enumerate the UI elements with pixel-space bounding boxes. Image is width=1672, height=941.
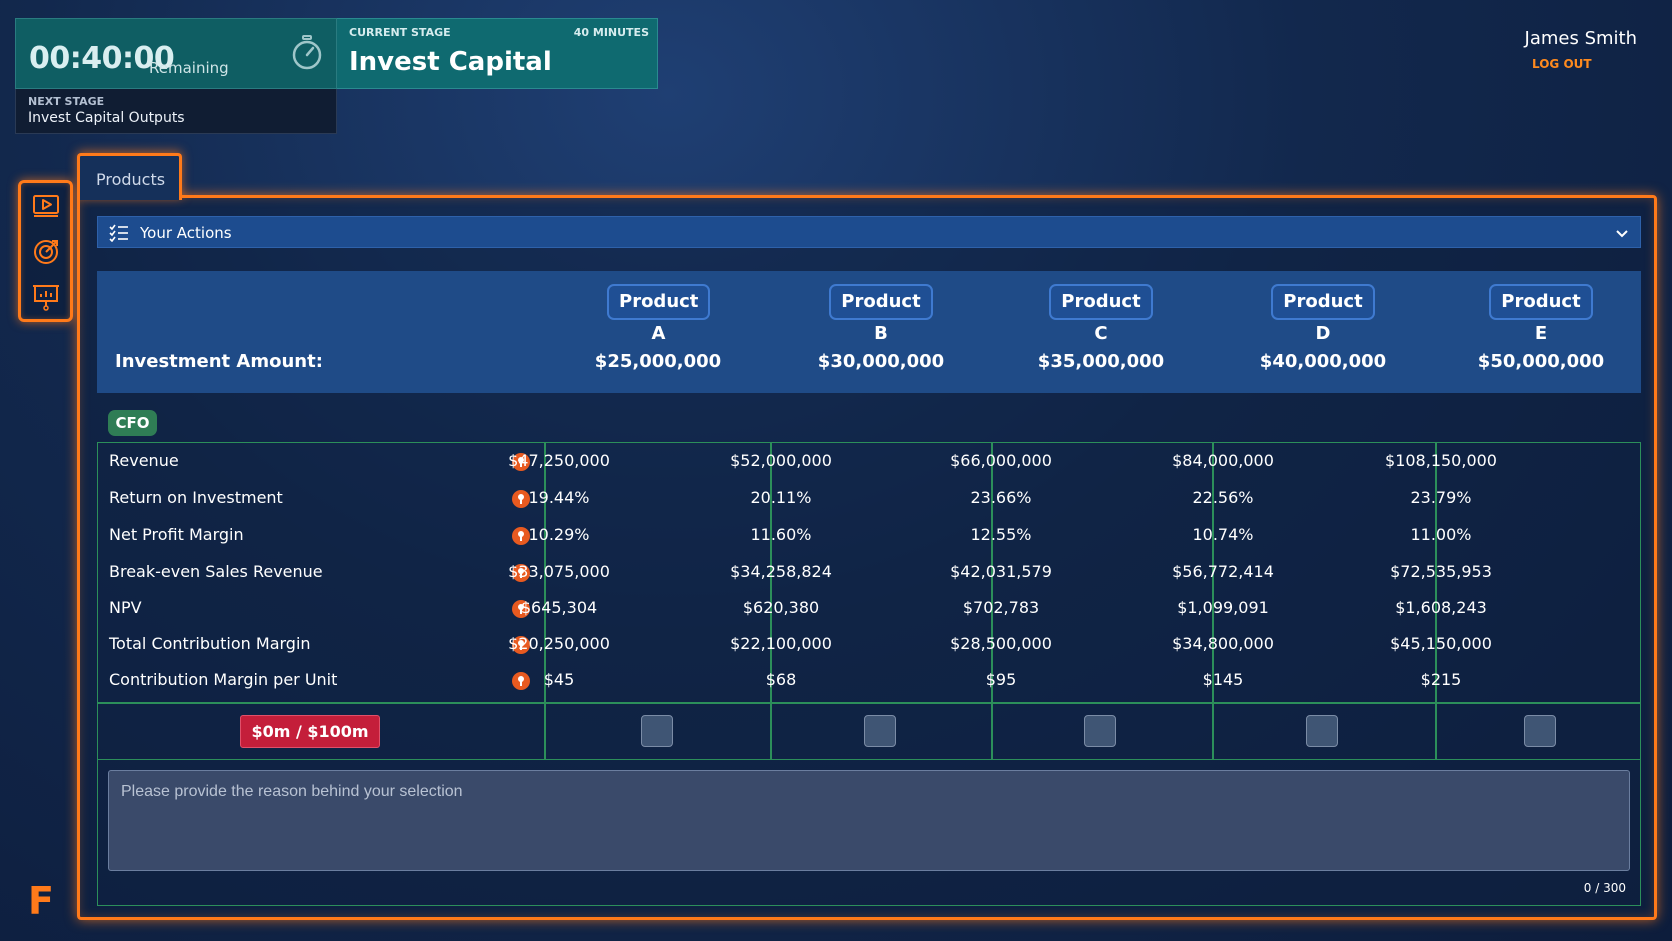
metric-value: $45 <box>543 670 575 689</box>
investment-amount-label: Investment Amount: <box>115 351 323 372</box>
investment-amount-c: $35,000,000 <box>1037 351 1165 372</box>
metric-value: $145 <box>1202 670 1244 689</box>
metric-label: Net Profit Margin <box>109 525 244 544</box>
metric-value: $34,258,824 <box>730 562 832 581</box>
metric-value: $20,250,000 <box>508 634 610 653</box>
metric-value: 23.79% <box>1410 488 1472 507</box>
metric-label: Break-even Sales Revenue <box>109 562 323 581</box>
product-header: Product A Product B Product C Product D … <box>97 271 1641 393</box>
your-actions-label: Your Actions <box>140 224 232 242</box>
metric-label: NPV <box>109 598 142 617</box>
stage-timer-panel: 00:40:00 Remaining CURRENT STAGE 40 MINU… <box>15 18 658 134</box>
cfo-badge: CFO <box>108 410 157 436</box>
reason-section: 0 / 300 <box>97 760 1641 906</box>
char-counter: 0 / 300 <box>1583 881 1626 895</box>
next-stage-title: Invest Capital Outputs <box>28 110 185 126</box>
product-b-button[interactable]: Product B <box>829 284 933 344</box>
user-name: James Smith <box>1524 28 1637 49</box>
metric-value: $108,150,000 <box>1385 451 1497 470</box>
metric-value: $68 <box>765 670 797 689</box>
select-product-c-checkbox[interactable] <box>1084 715 1116 747</box>
current-stage-box: CURRENT STAGE 40 MINUTES Invest Capital <box>337 18 658 89</box>
product-c-button[interactable]: Product C <box>1049 284 1153 344</box>
current-stage-title: Invest Capital <box>349 47 552 77</box>
metric-value: $702,783 <box>962 598 1040 617</box>
timer-remaining-label: Remaining <box>149 59 229 77</box>
metric-value: $47,250,000 <box>508 451 610 470</box>
metric-label: Total Contribution Margin <box>109 634 311 653</box>
investment-amount-e: $50,000,000 <box>1477 351 1605 372</box>
side-toolbar <box>18 180 73 322</box>
metric-value: 12.55% <box>970 525 1032 544</box>
metric-value: $1,099,091 <box>1177 598 1269 617</box>
investment-amount-d: $40,000,000 <box>1259 351 1387 372</box>
metric-label: Revenue <box>109 451 179 470</box>
metric-value: $66,000,000 <box>950 451 1052 470</box>
metric-value: $45,150,000 <box>1390 634 1492 653</box>
metric-value: $52,000,000 <box>730 451 832 470</box>
select-product-e-checkbox[interactable] <box>1524 715 1556 747</box>
reason-textarea[interactable] <box>108 770 1630 871</box>
metric-value: $28,500,000 <box>950 634 1052 653</box>
metric-value: $84,000,000 <box>1172 451 1274 470</box>
tab-connector <box>80 193 179 199</box>
metric-value: 19.44% <box>528 488 590 507</box>
metric-value: $33,075,000 <box>508 562 610 581</box>
row-divider <box>98 702 1640 704</box>
stage-duration: 40 MINUTES <box>573 26 649 39</box>
metric-value: $215 <box>1420 670 1462 689</box>
metric-value: $1,608,243 <box>1395 598 1487 617</box>
budget-badge: $0m / $100m <box>240 715 380 748</box>
checklist-icon <box>109 224 128 242</box>
metric-value: 11.60% <box>750 525 812 544</box>
metric-value: $645,304 <box>520 598 598 617</box>
select-product-b-checkbox[interactable] <box>864 715 896 747</box>
current-stage-label: CURRENT STAGE <box>349 26 451 39</box>
product-d-button[interactable]: Product D <box>1271 284 1375 344</box>
next-stage-box: NEXT STAGE Invest Capital Outputs <box>15 89 337 134</box>
select-product-d-checkbox[interactable] <box>1306 715 1338 747</box>
metric-label: Contribution Margin per Unit <box>109 670 338 689</box>
metric-value: $42,031,579 <box>950 562 1052 581</box>
metric-value: $56,772,414 <box>1172 562 1274 581</box>
your-actions-bar[interactable]: Your Actions <box>97 216 1641 248</box>
investment-amount-b: $30,000,000 <box>817 351 945 372</box>
metric-value: 10.74% <box>1192 525 1254 544</box>
tab-products-label: Products <box>96 170 166 189</box>
metric-value: 10.29% <box>528 525 590 544</box>
metric-label: Return on Investment <box>109 488 283 507</box>
target-icon[interactable] <box>31 237 61 267</box>
next-stage-label: NEXT STAGE <box>28 95 105 108</box>
product-e-button[interactable]: Product E <box>1489 284 1593 344</box>
investment-amount-a: $25,000,000 <box>594 351 722 372</box>
product-a-button[interactable]: Product A <box>607 284 710 344</box>
video-play-icon[interactable] <box>31 191 61 221</box>
select-product-a-checkbox[interactable] <box>641 715 673 747</box>
stopwatch-icon <box>292 35 322 70</box>
metric-value: 20.11% <box>750 488 812 507</box>
metric-value: $95 <box>985 670 1017 689</box>
metric-value: $620,380 <box>742 598 820 617</box>
logout-link[interactable]: LOG OUT <box>1532 57 1592 71</box>
metric-value: $34,800,000 <box>1172 634 1274 653</box>
chevron-down-icon[interactable] <box>1614 225 1630 241</box>
metric-value: $22,100,000 <box>730 634 832 653</box>
metrics-table: Revenue $47,250,000 $52,000,000 $66,000,000… <box>97 442 1641 760</box>
metric-value: 11.00% <box>1410 525 1472 544</box>
metric-value: $72,535,953 <box>1390 562 1492 581</box>
timer-box: 00:40:00 Remaining <box>15 18 337 89</box>
brand-logo: F <box>28 879 54 923</box>
metric-value: 23.66% <box>970 488 1032 507</box>
presentation-icon[interactable] <box>31 282 61 312</box>
metric-value: 22.56% <box>1192 488 1254 507</box>
